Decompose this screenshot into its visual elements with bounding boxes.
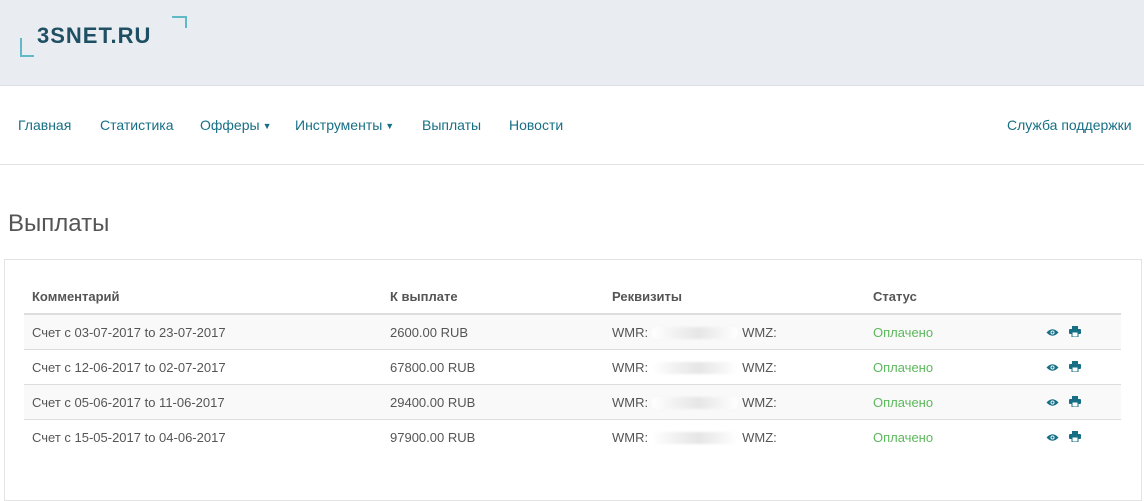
caret-down-icon: ▼ (385, 121, 395, 131)
eye-icon[interactable] (1046, 430, 1059, 445)
col-header-comment: Комментарий (24, 279, 382, 315)
nav-label-statistics: Статистика (100, 117, 174, 133)
col-header-requisites: Реквизиты (604, 279, 865, 315)
wmz-label: WMZ: (742, 394, 777, 410)
redacted-value (652, 362, 739, 375)
cell-status: Оплачено (865, 384, 1038, 420)
nav-item-tools[interactable]: Инструменты ▼ (295, 117, 394, 133)
cell-status: Оплачено (865, 419, 1038, 454)
cell-status: Оплачено (865, 349, 1038, 385)
redacted-value (652, 327, 739, 340)
cell-amount: 2600.00 RUB (382, 313, 604, 350)
redacted-value (652, 397, 739, 410)
cell-actions (1038, 384, 1121, 420)
nav-label-support: Служба поддержки (1007, 117, 1132, 133)
top-header: 3SNET.RU (0, 0, 1144, 86)
cell-comment: Счет с 15-05-2017 to 04-06-2017 (24, 419, 382, 454)
wmr-label: WMR: (612, 394, 649, 410)
wmr-label: WMR: (612, 324, 649, 340)
nav-item-payouts[interactable]: Выплаты (422, 117, 481, 133)
print-icon[interactable] (1068, 360, 1081, 375)
cell-amount: 29400.00 RUB (382, 384, 604, 420)
nav-item-news[interactable]: Новости (509, 117, 563, 133)
nav-item-statistics[interactable]: Статистика (100, 117, 174, 133)
print-icon[interactable] (1068, 395, 1081, 410)
eye-icon[interactable] (1046, 395, 1059, 410)
cell-comment: Счет с 05-06-2017 to 11-06-2017 (24, 384, 382, 420)
cell-actions (1038, 349, 1121, 385)
wmz-label: WMZ: (742, 324, 777, 340)
print-icon[interactable] (1068, 325, 1081, 340)
wmr-label: WMR: (612, 359, 649, 375)
nav-item-support[interactable]: Служба поддержки (1007, 117, 1132, 133)
redacted-value (652, 432, 739, 445)
cell-amount: 67800.00 RUB (382, 349, 604, 385)
print-icon[interactable] (1068, 430, 1081, 445)
payouts-table: Комментарий К выплате Реквизиты Статус С… (24, 279, 1121, 454)
cell-comment: Счет с 03-07-2017 to 23-07-2017 (24, 313, 382, 350)
wmr-label: WMR: (612, 429, 649, 445)
col-header-actions (1038, 279, 1121, 315)
nav-item-offers[interactable]: Офферы ▼ (200, 117, 271, 133)
nav-label-tools: Инструменты (295, 117, 383, 133)
nav-label-news: Новости (509, 117, 564, 133)
nav-label-offers: Офферы (200, 117, 260, 133)
nav-item-home[interactable]: Главная (18, 117, 71, 133)
col-header-amount: К выплате (382, 279, 604, 315)
logo-text: 3SNET.RU (37, 23, 152, 48)
eye-icon[interactable] (1046, 360, 1059, 375)
wmz-label: WMZ: (742, 429, 777, 445)
table-row: Счет с 05-06-2017 to 11-06-2017 29400.00… (24, 384, 1121, 420)
table-row: Счет с 12-06-2017 to 02-07-2017 67800.00… (24, 349, 1121, 385)
cell-actions (1038, 419, 1121, 454)
main-navbar: Главная Статистика Офферы ▼ Инструменты ▼ … (0, 86, 1144, 165)
nav-label-home: Главная (18, 117, 72, 133)
cell-amount: 97900.00 RUB (382, 419, 604, 454)
page-title: Выплаты (8, 210, 110, 237)
table-row: Счет с 03-07-2017 to 23-07-2017 2600.00 … (24, 313, 1121, 350)
table-header-row: Комментарий К выплате Реквизиты Статус (24, 279, 1121, 315)
cell-status: Оплачено (865, 313, 1038, 350)
eye-icon[interactable] (1046, 325, 1059, 340)
table-row: Счет с 15-05-2017 to 04-06-2017 97900.00… (24, 419, 1121, 454)
nav-label-payouts: Выплаты (422, 117, 482, 133)
cell-actions (1038, 313, 1121, 350)
caret-down-icon: ▼ (262, 121, 272, 131)
cell-requisites: WMR: WMZ: (604, 349, 865, 385)
col-header-status: Статус (865, 279, 1038, 315)
logo[interactable]: 3SNET.RU (20, 16, 188, 58)
cell-comment: Счет с 12-06-2017 to 02-07-2017 (24, 349, 382, 385)
cell-requisites: WMR: WMZ: (604, 419, 865, 454)
cell-requisites: WMR: WMZ: (604, 384, 865, 420)
wmz-label: WMZ: (742, 359, 777, 375)
cell-requisites: WMR: WMZ: (604, 313, 865, 350)
